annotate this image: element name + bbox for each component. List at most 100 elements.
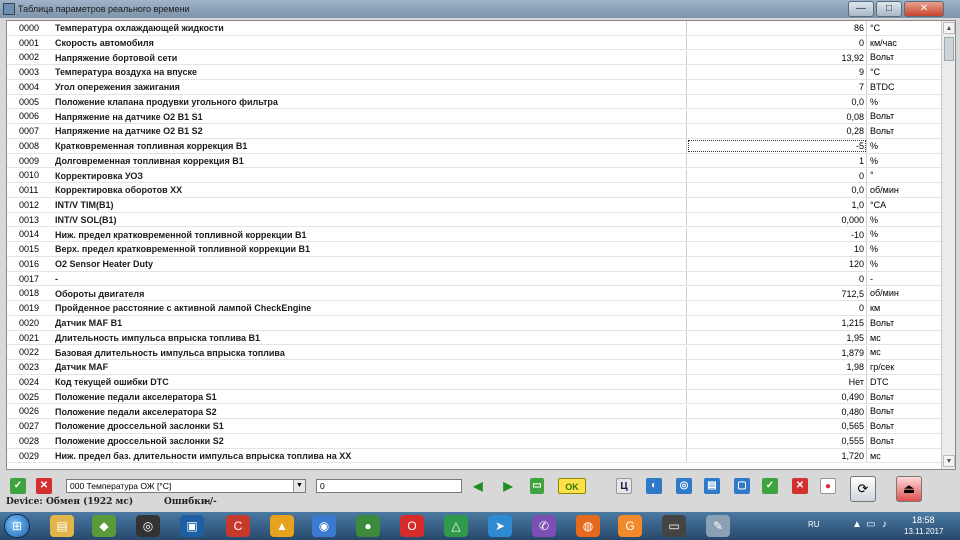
start-button[interactable]: ⊞ [4, 514, 30, 538]
table-row[interactable]: 0020 Датчик MAF B1 1,215 Вольт [7, 316, 941, 331]
steering-icon[interactable]: ◎ [136, 515, 160, 537]
cancel-icon[interactable]: ✕ [36, 478, 52, 494]
row-value: 0 [687, 168, 867, 183]
row-code: 0021 [19, 332, 40, 343]
table-row[interactable]: 0006 Напряжение на датчике O2 B1 S1 0,08 Во… [7, 109, 941, 125]
table-row[interactable]: 0000 Температура охлаждающей жидкости 86 °C [7, 21, 941, 36]
opera-icon[interactable]: O [400, 515, 424, 537]
scrollbar-thumb[interactable] [944, 37, 954, 61]
row-name: Положение дроссельной заслонки S1 [47, 419, 687, 433]
language-indicator[interactable]: RU [808, 520, 820, 529]
table-row[interactable]: 0005 Положение клапана продувки угольного… [7, 94, 941, 110]
table-row[interactable]: 0028 Положение дроссельной заслонки S2 0,5… [7, 434, 941, 449]
table-row[interactable]: 0012 INT/V TIM(B1) 1,0 °CA [7, 198, 941, 213]
graph-icon[interactable]: ◐ [646, 478, 662, 494]
table-row[interactable]: 0004 Угол опережения зажигания 7 BTDC [7, 80, 941, 95]
row-code: 0013 [19, 214, 40, 225]
table-row[interactable]: 0019 Пройденное расстояние с активной лам… [7, 301, 941, 316]
delete-icon[interactable]: ✕ [792, 478, 808, 494]
vertical-scrollbar[interactable]: ▲ ▼ [941, 21, 955, 469]
record-icon[interactable]: ▭ [530, 478, 544, 494]
chevron-down-icon[interactable]: ▼ [293, 480, 305, 492]
table-row[interactable]: 0016 O2 Sensor Heater Duty 120% [7, 257, 941, 272]
screen-icon[interactable]: ▭ [662, 515, 686, 537]
row-code: 0016 [19, 258, 40, 269]
stop-icon[interactable]: ● [820, 478, 836, 494]
row-unit: °C [870, 67, 881, 78]
row-unit: DTC [870, 376, 889, 387]
table-row[interactable]: 0010 Корректировка УОЗ 0 ° [7, 168, 941, 184]
row-value: 0,0 [687, 94, 867, 109]
row-unit: км [870, 303, 881, 314]
table-row[interactable]: 0007 Напряжение на датчике O2 B1 S2 0,28 Во… [7, 124, 941, 139]
close-button[interactable]: ✕ [904, 1, 944, 17]
tray-window-icon[interactable]: ▭ [866, 519, 875, 530]
table-row[interactable]: 0001 Скорость автомобиля 0 км/час [7, 35, 941, 51]
table-row[interactable]: 0021 Длительность импульса впрыска топлив… [7, 330, 941, 346]
c-button[interactable]: Ц [616, 478, 632, 494]
row-code: 0026 [19, 406, 40, 417]
row-code: 0028 [19, 435, 40, 446]
table-row[interactable]: 0027 Положение дроссельной заслонки S1 0,5… [7, 419, 941, 434]
explorer-icon[interactable]: ▤ [50, 515, 74, 537]
row-name: Верх. предел кратковременной топливной к… [47, 242, 687, 256]
parameter-select[interactable]: 000 Температура ОЖ [°C] ▼ [66, 479, 306, 493]
row-unit: % [870, 258, 879, 269]
next-arrow-icon[interactable]: ▶ [500, 478, 516, 494]
clock-date[interactable]: 13.11.2017 [904, 527, 943, 536]
row-code: 0006 [19, 111, 40, 122]
table-row[interactable]: 0015 Верх. предел кратковременной топливн… [7, 242, 941, 257]
row-code: 0020 [19, 317, 40, 328]
row-unit: мс [870, 450, 881, 461]
row-value: 1,0 [687, 198, 867, 212]
table-row[interactable]: 0011 Корректировка оборотов ХХ 0,0 об/мин [7, 183, 941, 198]
tray-arrow-icon[interactable]: ▲ [852, 519, 862, 530]
table-row[interactable]: 0003 Температура воздуха на впуске 9 °C [7, 65, 941, 80]
globe-icon[interactable]: ◉ [312, 515, 336, 537]
minimize-button[interactable]: — [848, 1, 874, 17]
row-unit: Вольт [870, 421, 895, 432]
film-icon[interactable]: ▤ [704, 478, 720, 494]
volume-icon[interactable]: ♪ [882, 519, 887, 530]
monitor-icon[interactable]: ▣ [180, 515, 204, 537]
viber-icon[interactable]: ✆ [532, 515, 556, 537]
table-row[interactable]: 0026 Положение педали акселератора S2 0,48… [7, 404, 941, 420]
row-name: Обороты двигателя [47, 286, 687, 301]
ok-button[interactable]: OK [558, 478, 586, 494]
window-icon[interactable]: ▢ [734, 478, 750, 494]
table-row[interactable]: 0014 Ниж. предел кратковременной топливно… [7, 227, 941, 243]
app-g-icon[interactable]: G [618, 515, 642, 537]
row-unit: Вольт [870, 435, 895, 446]
ball-icon[interactable]: ● [356, 515, 380, 537]
table-row[interactable]: 0024 Код текущей ошибки DTC Нет DTC [7, 375, 941, 390]
table-row[interactable]: 0025 Положение педали акселератора S1 0,49… [7, 389, 941, 405]
table-row[interactable]: 0018 Обороты двигателя 712,5 об/мин [7, 286, 941, 302]
prev-arrow-icon[interactable]: ◀ [470, 478, 486, 494]
value-input[interactable]: 0 [316, 479, 462, 493]
table-row[interactable]: 0009 Долговременная топливная коррекция B… [7, 153, 941, 169]
table-row[interactable]: 0008 Кратковременная топливная коррекция … [7, 139, 941, 154]
maximize-button[interactable]: □ [876, 1, 902, 17]
clock-time[interactable]: 18:58 [912, 515, 935, 525]
table-row[interactable]: 0023 Датчик MAF 1,98 гр/сек [7, 360, 941, 375]
app-c-icon[interactable]: C [226, 515, 250, 537]
table-row[interactable]: 0013 INT/V SOL(B1) 0,000% [7, 212, 941, 228]
telegram-icon[interactable]: ➤ [488, 515, 512, 537]
table-row[interactable]: 0029 Ниж. предел баз. длительности импуль… [7, 448, 941, 464]
table-row[interactable]: 0002 Напряжение бортовой сети 13,92 Вольт [7, 50, 941, 66]
scroll-down-icon[interactable]: ▼ [943, 455, 955, 467]
firefox-icon[interactable]: ◍ [576, 515, 600, 537]
row-value: 0 [687, 271, 867, 286]
check-icon[interactable]: ✓ [10, 478, 26, 494]
camera-icon[interactable]: ◎ [676, 478, 692, 494]
drive-icon[interactable]: △ [444, 515, 468, 537]
confirm-icon[interactable]: ✓ [762, 478, 778, 494]
device-status: Обмен (1922 мс) [46, 497, 134, 507]
app-icon-2[interactable]: ◆ [92, 515, 116, 537]
table-row[interactable]: 0017-0- [7, 271, 941, 287]
scroll-up-icon[interactable]: ▲ [943, 22, 955, 34]
paint-icon[interactable]: ✎ [706, 515, 730, 537]
warning-app-icon[interactable]: ▲ [270, 515, 294, 537]
table-row[interactable]: 0022 Базовая длительность импульса впрыск… [7, 345, 941, 361]
taskbar: ⊞ ▤ ◆ ◎ ▣ C ▲ ◉ ● O △ ➤ ✆ ◍ G ▭ ✎ RU ▲ ▭… [0, 512, 960, 540]
